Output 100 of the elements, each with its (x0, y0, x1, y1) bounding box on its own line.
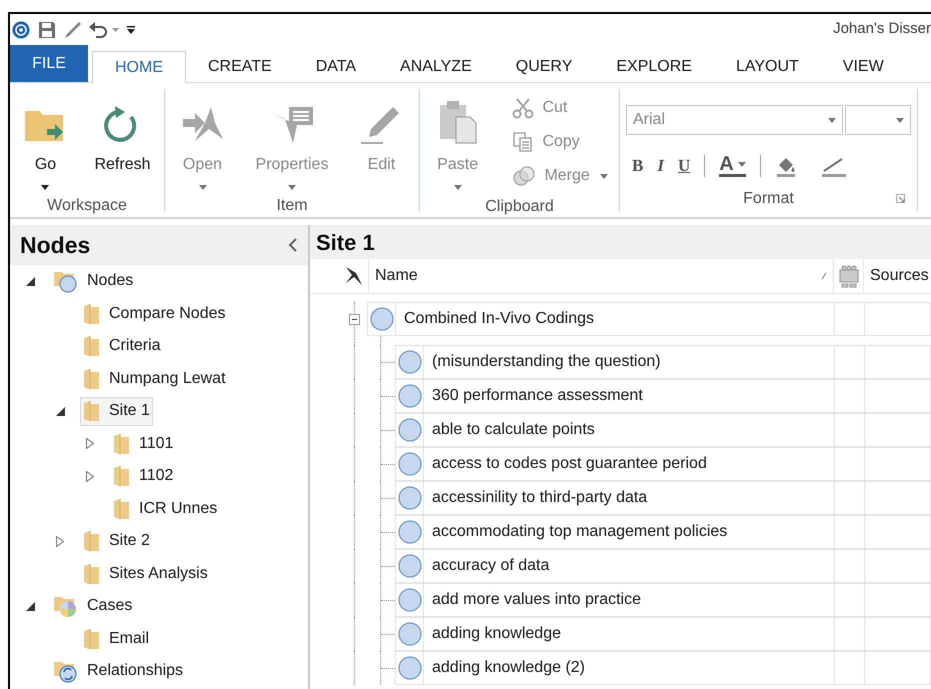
app-logo-icon (12, 20, 30, 38)
collapse-arrow-icon[interactable] (26, 602, 35, 611)
table-cell[interactable]: (misunderstanding the question) (423, 345, 835, 379)
table-cell (835, 447, 865, 481)
tree-item[interactable]: Relationships (50, 656, 186, 686)
node-icon (398, 384, 422, 408)
folder-icon (113, 498, 131, 520)
dropdown-caret-icon (288, 185, 296, 190)
group-label: Format (743, 189, 794, 209)
expand-arrow-icon[interactable] (56, 536, 64, 547)
table-cell (865, 379, 931, 413)
table-cell[interactable]: 360 performance assessment (423, 379, 835, 413)
ribbon-tab[interactable]: DATA (294, 51, 378, 82)
customize-toolbar-icon[interactable] (127, 26, 135, 34)
folder-icon (83, 368, 101, 390)
folder-icon (83, 628, 101, 650)
overlapping-circles-icon (512, 165, 536, 187)
node-icon (398, 554, 422, 578)
collapse-arrow-icon[interactable] (56, 406, 65, 416)
collapse-pane-icon[interactable] (288, 237, 298, 253)
node-icon (398, 656, 422, 680)
table-cell (835, 617, 865, 651)
font-color-button[interactable]: A (719, 154, 746, 178)
scissors-icon (512, 97, 534, 119)
table-cell[interactable]: adding knowledge (423, 617, 835, 651)
collapse-arrow-icon[interactable] (26, 276, 35, 286)
undo-icon[interactable] (88, 20, 108, 38)
table-cell (835, 345, 865, 379)
table-cell (835, 379, 865, 413)
ribbon-tab[interactable]: EXPLORE (594, 51, 714, 82)
table-cell[interactable]: able to calculate points (423, 413, 835, 447)
table-cell[interactable]: adding knowledge (2) (423, 651, 835, 685)
dropdown-caret-icon (896, 118, 904, 122)
dialog-launcher-icon[interactable] (896, 194, 905, 203)
tree-item[interactable]: Sites Analysis (80, 559, 211, 588)
folder-icon (113, 465, 131, 488)
folder-circle-icon (53, 269, 79, 294)
tree-item[interactable]: Criteria (80, 332, 164, 361)
tree-item[interactable]: Cases (50, 592, 136, 621)
folder-icon (83, 335, 101, 358)
table-cell[interactable]: Combined In-Vivo Codings (395, 302, 835, 336)
file-tab[interactable]: FILE (10, 45, 88, 82)
table-cell (865, 302, 931, 336)
column-header[interactable]: Sources (863, 259, 931, 293)
table-cell (835, 515, 865, 549)
column-header[interactable]: Name (368, 259, 833, 293)
tree-item[interactable]: Site 1 (80, 396, 153, 426)
pencil-icon[interactable] (64, 20, 82, 38)
table-cell (865, 515, 931, 549)
window-title: Johan's Disser (833, 19, 931, 40)
bold-button[interactable]: B (632, 153, 644, 178)
tree-item[interactable]: 1102 (110, 462, 176, 491)
ribbon-tab[interactable]: VIEW (820, 51, 906, 82)
table-cell (865, 481, 931, 515)
table-cell (835, 549, 865, 583)
table-cell[interactable]: add more values into practice (423, 583, 835, 617)
table-cell[interactable]: access to codes post guarantee period (423, 447, 835, 481)
dropdown-caret-icon[interactable] (112, 28, 119, 32)
table-cell[interactable]: accommodating top management policies (423, 515, 835, 549)
tree-item[interactable]: Numpang Lewat (80, 364, 229, 394)
save-icon[interactable] (38, 20, 56, 38)
folder-icon (83, 302, 101, 325)
dropdown-caret-icon (41, 185, 50, 190)
collapse-box-icon[interactable] (349, 314, 360, 324)
table-cell (835, 413, 865, 447)
table-cell (835, 302, 865, 336)
node-icon (398, 486, 422, 510)
node-icon (398, 520, 422, 544)
table-cell (865, 345, 931, 379)
ribbon-tab[interactable]: QUERY (494, 51, 594, 82)
clipboard-icon (438, 99, 478, 145)
expand-arrow-icon[interactable] (86, 470, 94, 482)
tree-item[interactable]: 1101 (110, 429, 176, 458)
ribbon-tab[interactable]: HOME (92, 51, 186, 83)
star-icon (344, 265, 364, 287)
ribbon-tab[interactable]: LAYOUT (714, 51, 821, 82)
ribbon-tab[interactable]: ANALYZE (378, 51, 494, 82)
dropdown-caret-icon (198, 185, 206, 190)
ribbon-button[interactable]: Go (17, 89, 74, 190)
pane-title: Nodes (20, 230, 90, 260)
ribbon-tab[interactable]: CREATE (186, 51, 294, 82)
tree-item[interactable]: Site 2 (80, 526, 153, 556)
table-cell[interactable]: accessinility to third-party data (423, 481, 835, 515)
folder-icon (83, 530, 101, 552)
tree-item[interactable]: ICR Unnes (110, 494, 220, 524)
expand-arrow-icon[interactable] (86, 438, 94, 450)
table-cell[interactable]: accuracy of data (423, 549, 835, 583)
dropdown-caret-icon (828, 118, 836, 122)
tree-item[interactable]: Email (80, 624, 152, 654)
underline-button[interactable]: U (678, 153, 690, 178)
sources-icon (838, 264, 860, 288)
ribbon-button[interactable]: Refresh (88, 89, 156, 190)
font-size-field[interactable] (845, 105, 911, 135)
folder-icon (113, 432, 131, 455)
folder-icon (83, 562, 101, 585)
tree-item[interactable]: Nodes (50, 266, 136, 296)
tree-item[interactable]: Compare Nodes (80, 299, 228, 328)
table-cell (865, 413, 931, 447)
group-label: Item (276, 196, 308, 216)
italic-button[interactable]: I (657, 153, 664, 178)
